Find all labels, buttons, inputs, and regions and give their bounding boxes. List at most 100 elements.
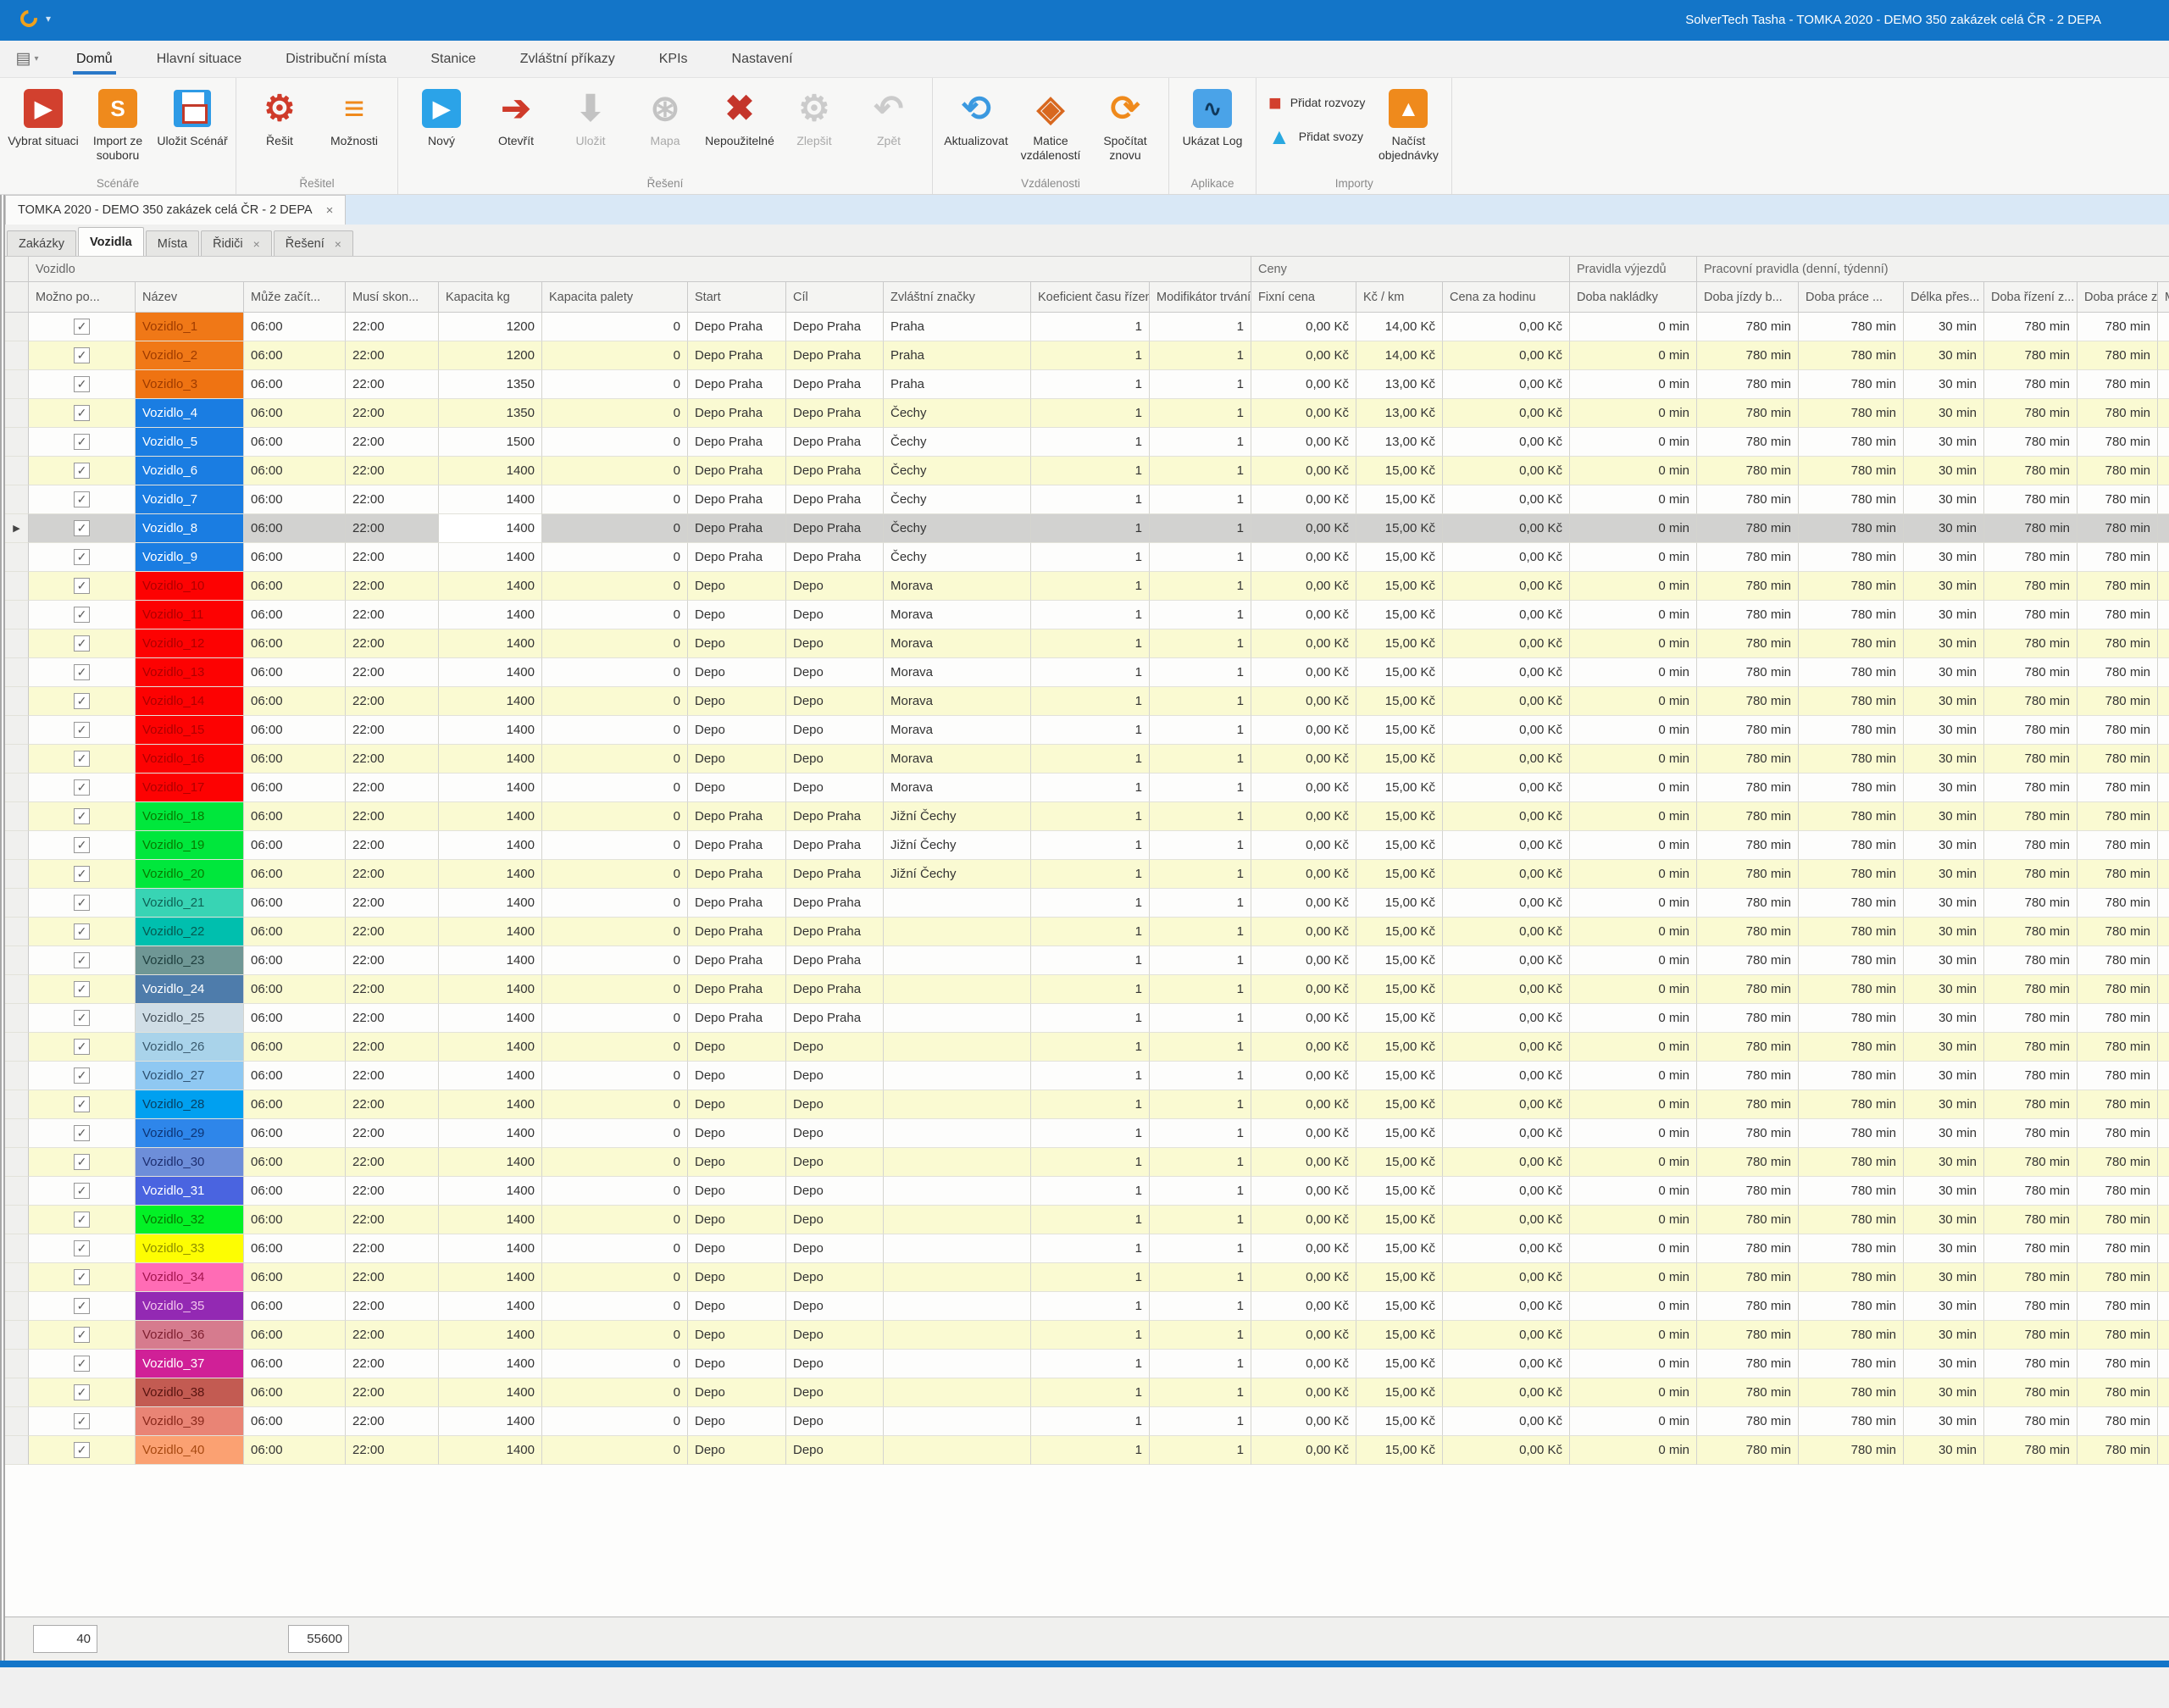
cell-kc-km[interactable]: 15,00 Kč xyxy=(1356,831,1443,860)
cell-kc-km[interactable]: 15,00 Kč xyxy=(1356,1004,1443,1033)
cell-max-denni-doba[interactable]: 78 xyxy=(2158,485,2169,514)
cell-cena-za-hodinu[interactable]: 0,00 Kč xyxy=(1443,774,1570,802)
cell-zvlastni-znacky[interactable] xyxy=(884,918,1031,946)
cell-start[interactable]: Depo xyxy=(688,601,786,629)
cell-fixni-cena[interactable]: 0,00 Kč xyxy=(1251,1263,1356,1292)
cell-kc-km[interactable]: 15,00 Kč xyxy=(1356,1090,1443,1119)
checkbox-checked[interactable]: ✓ xyxy=(74,1212,90,1228)
cell-max-denni-doba[interactable]: 78 xyxy=(2158,716,2169,745)
cell-mozno-pouzit[interactable]: ✓ xyxy=(29,514,136,543)
checkbox-checked[interactable]: ✓ xyxy=(74,808,90,824)
cell-start[interactable]: Depo xyxy=(688,687,786,716)
cell-cil[interactable]: Depo Praha xyxy=(786,975,884,1004)
cell-muze-zacit[interactable]: 06:00 xyxy=(244,1119,346,1148)
row-header[interactable] xyxy=(5,1234,29,1263)
cell-kapacita-kg[interactable]: 1400 xyxy=(439,1378,542,1407)
close-icon[interactable]: × xyxy=(326,203,334,218)
cell-doba-prace[interactable]: 780 min xyxy=(1799,1062,1904,1090)
cell-cil[interactable]: Depo xyxy=(786,629,884,658)
cell-nazev[interactable]: Vozidlo_5 xyxy=(136,428,244,457)
cell-fixni-cena[interactable]: 0,00 Kč xyxy=(1251,658,1356,687)
cell-musi-skoncit[interactable]: 22:00 xyxy=(346,1436,439,1465)
cell-mozno-pouzit[interactable]: ✓ xyxy=(29,918,136,946)
cell-mozno-pouzit[interactable]: ✓ xyxy=(29,687,136,716)
cell-doba-prace[interactable]: 780 min xyxy=(1799,946,1904,975)
cell-kapacita-kg[interactable]: 1200 xyxy=(439,341,542,370)
cell-cil[interactable]: Depo xyxy=(786,774,884,802)
row-header[interactable] xyxy=(5,457,29,485)
cell-musi-skoncit[interactable]: 22:00 xyxy=(346,774,439,802)
cell-modifikator[interactable]: 1 xyxy=(1150,514,1251,543)
cell-kc-km[interactable]: 15,00 Kč xyxy=(1356,946,1443,975)
cell-max-denni-doba[interactable]: 78 xyxy=(2158,457,2169,485)
cell-cil[interactable]: Depo Praha xyxy=(786,514,884,543)
cell-musi-skoncit[interactable]: 22:00 xyxy=(346,889,439,918)
cell-muze-zacit[interactable]: 06:00 xyxy=(244,341,346,370)
cell-modifikator[interactable]: 1 xyxy=(1150,802,1251,831)
cell-max-denni-doba[interactable]: 78 xyxy=(2158,774,2169,802)
cell-kapacita-palety[interactable]: 0 xyxy=(542,889,688,918)
cell-doba-jizdy[interactable]: 780 min xyxy=(1697,1436,1799,1465)
cell-koeficient[interactable]: 1 xyxy=(1031,889,1150,918)
cell-zvlastni-znacky[interactable] xyxy=(884,1234,1031,1263)
cell-doba-rizeni[interactable]: 780 min xyxy=(1984,1148,2077,1177)
cell-koeficient[interactable]: 1 xyxy=(1031,1206,1150,1234)
checkbox-checked[interactable]: ✓ xyxy=(74,1183,90,1199)
resit-button[interactable]: ⚙Řešit xyxy=(243,83,316,148)
cell-kc-km[interactable]: 13,00 Kč xyxy=(1356,428,1443,457)
cell-max-denni-doba[interactable]: 78 xyxy=(2158,1119,2169,1148)
tab--idi-i[interactable]: Řidiči× xyxy=(201,230,272,256)
cell-nazev[interactable]: Vozidlo_12 xyxy=(136,629,244,658)
cell-doba-rizeni[interactable]: 780 min xyxy=(1984,946,2077,975)
checkbox-checked[interactable]: ✓ xyxy=(74,866,90,882)
cell-doba-rizeni[interactable]: 780 min xyxy=(1984,831,2077,860)
cell-kapacita-palety[interactable]: 0 xyxy=(542,1206,688,1234)
cell-doba-prace-za[interactable]: 780 min xyxy=(2077,399,2158,428)
cell-start[interactable]: Depo Praha xyxy=(688,946,786,975)
cell-doba-jizdy[interactable]: 780 min xyxy=(1697,975,1799,1004)
cell-musi-skoncit[interactable]: 22:00 xyxy=(346,629,439,658)
cell-max-denni-doba[interactable]: 78 xyxy=(2158,658,2169,687)
cell-fixni-cena[interactable]: 0,00 Kč xyxy=(1251,1148,1356,1177)
column-header-21[interactable]: Max denní doba služby xyxy=(2158,282,2169,313)
cell-zvlastni-znacky[interactable]: Čechy xyxy=(884,399,1031,428)
cell-kapacita-kg[interactable]: 1400 xyxy=(439,716,542,745)
column-header-9[interactable]: Zvláštní značky xyxy=(884,282,1031,313)
cell-koeficient[interactable]: 1 xyxy=(1031,485,1150,514)
cell-start[interactable]: Depo Praha xyxy=(688,831,786,860)
cell-muze-zacit[interactable]: 06:00 xyxy=(244,428,346,457)
nepouzitelne-button[interactable]: ✖Nepoužitelné xyxy=(703,83,776,148)
cell-doba-prace[interactable]: 780 min xyxy=(1799,687,1904,716)
cell-cena-za-hodinu[interactable]: 0,00 Kč xyxy=(1443,1206,1570,1234)
cell-nazev[interactable]: Vozidlo_20 xyxy=(136,860,244,889)
cell-max-denni-doba[interactable]: 78 xyxy=(2158,1033,2169,1062)
cell-kapacita-palety[interactable]: 0 xyxy=(542,514,688,543)
cell-doba-prace[interactable]: 780 min xyxy=(1799,1177,1904,1206)
cell-doba-prace[interactable]: 780 min xyxy=(1799,313,1904,341)
cell-doba-prace[interactable]: 780 min xyxy=(1799,774,1904,802)
cell-max-denni-doba[interactable]: 78 xyxy=(2158,370,2169,399)
cell-kapacita-palety[interactable]: 0 xyxy=(542,1263,688,1292)
cell-kc-km[interactable]: 14,00 Kč xyxy=(1356,313,1443,341)
cell-musi-skoncit[interactable]: 22:00 xyxy=(346,860,439,889)
cell-doba-prace[interactable]: 780 min xyxy=(1799,1321,1904,1350)
cell-doba-nakladky[interactable]: 0 min xyxy=(1570,1090,1697,1119)
cell-kc-km[interactable]: 15,00 Kč xyxy=(1356,1033,1443,1062)
cell-doba-rizeni[interactable]: 780 min xyxy=(1984,860,2077,889)
cell-max-denni-doba[interactable]: 78 xyxy=(2158,601,2169,629)
row-header[interactable] xyxy=(5,601,29,629)
row-header[interactable] xyxy=(5,629,29,658)
cell-nazev[interactable]: Vozidlo_9 xyxy=(136,543,244,572)
cell-kc-km[interactable]: 15,00 Kč xyxy=(1356,1062,1443,1090)
cell-doba-nakladky[interactable]: 0 min xyxy=(1570,975,1697,1004)
cell-doba-jizdy[interactable]: 780 min xyxy=(1697,1292,1799,1321)
row-header[interactable] xyxy=(5,485,29,514)
cell-max-denni-doba[interactable]: 78 xyxy=(2158,745,2169,774)
cell-kapacita-kg[interactable]: 1400 xyxy=(439,1119,542,1148)
import-ze-souboru-button[interactable]: SImport ze souboru xyxy=(81,83,154,163)
cell-delka-prestavky[interactable]: 30 min xyxy=(1904,889,1984,918)
cell-cil[interactable]: Depo xyxy=(786,1321,884,1350)
cell-kapacita-palety[interactable]: 0 xyxy=(542,1177,688,1206)
cell-start[interactable]: Depo xyxy=(688,1407,786,1436)
checkbox-checked[interactable]: ✓ xyxy=(74,1356,90,1372)
